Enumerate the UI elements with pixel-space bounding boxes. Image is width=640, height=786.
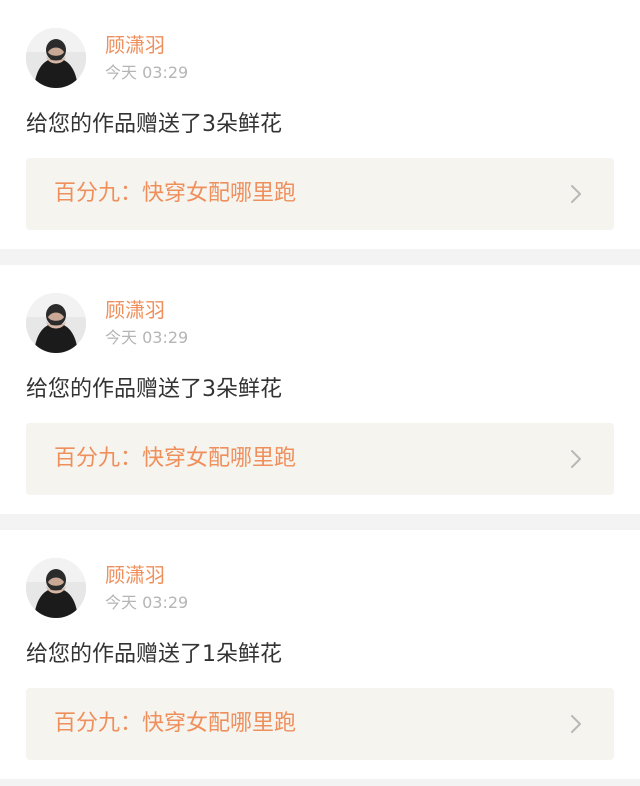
username[interactable]: 顾潇羽 [105, 562, 188, 588]
notification-card: 顾潇羽 今天 03:29 给您的作品赠送了1朵鲜花 百分九：快穿女配哪里跑 [0, 530, 640, 779]
chevron-right-icon [566, 449, 586, 469]
avatar-icon [26, 28, 86, 88]
avatar-icon [26, 293, 86, 353]
notification-header: 顾潇羽 今天 03:29 [26, 293, 188, 353]
username[interactable]: 顾潇羽 [105, 32, 188, 58]
notification-card: 顾潇羽 今天 03:29 给您的作品赠送了3朵鲜花 百分九：快穿女配哪里跑 [0, 0, 640, 249]
work-link[interactable]: 百分九：快穿女配哪里跑 [26, 158, 614, 230]
notification-header: 顾潇羽 今天 03:29 [26, 558, 188, 618]
timestamp: 今天 03:29 [105, 593, 189, 612]
avatar[interactable] [26, 28, 86, 88]
notification-message: 给您的作品赠送了1朵鲜花 [26, 642, 282, 667]
avatar[interactable] [26, 558, 86, 618]
notification-feed: 顾潇羽 今天 03:29 给您的作品赠送了3朵鲜花 百分九：快穿女配哪里跑 顾潇… [0, 0, 640, 779]
work-link[interactable]: 百分九：快穿女配哪里跑 [26, 688, 614, 760]
work-link[interactable]: 百分九：快穿女配哪里跑 [26, 423, 614, 495]
notification-header: 顾潇羽 今天 03:29 [26, 28, 188, 88]
timestamp: 今天 03:29 [105, 328, 189, 347]
work-title: 百分九：快穿女配哪里跑 [54, 446, 297, 471]
chevron-right-icon [566, 714, 586, 734]
notification-card: 顾潇羽 今天 03:29 给您的作品赠送了3朵鲜花 百分九：快穿女配哪里跑 [0, 265, 640, 514]
chevron-right-icon [566, 184, 586, 204]
user-meta: 顾潇羽 今天 03:29 [105, 32, 188, 84]
timestamp: 今天 03:29 [105, 63, 189, 82]
user-meta: 顾潇羽 今天 03:29 [105, 562, 188, 614]
avatar-icon [26, 558, 86, 618]
work-title: 百分九：快穿女配哪里跑 [54, 181, 297, 206]
user-meta: 顾潇羽 今天 03:29 [105, 297, 188, 349]
notification-message: 给您的作品赠送了3朵鲜花 [26, 112, 282, 137]
username[interactable]: 顾潇羽 [105, 297, 188, 323]
notification-message: 给您的作品赠送了3朵鲜花 [26, 377, 282, 402]
work-title: 百分九：快穿女配哪里跑 [54, 711, 297, 736]
avatar[interactable] [26, 293, 86, 353]
